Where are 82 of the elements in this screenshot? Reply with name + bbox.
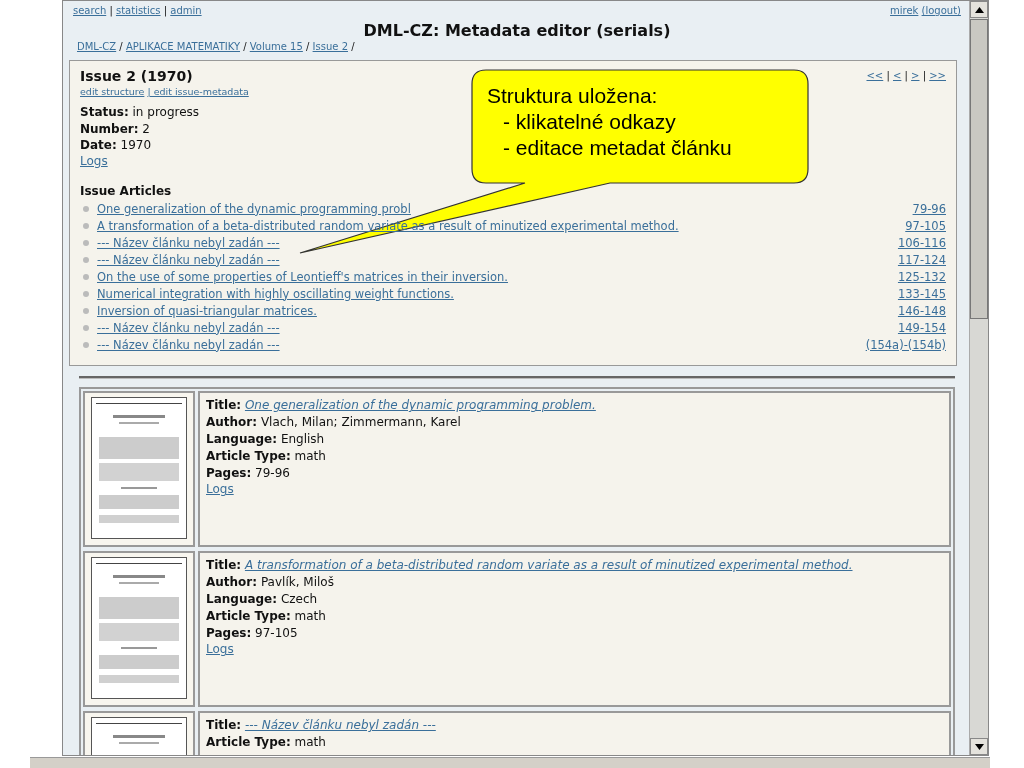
bullet-icon [83, 274, 89, 280]
pager-link[interactable]: << [866, 70, 884, 82]
logs-link[interactable]: Logs [80, 153, 108, 168]
separator: / [350, 40, 355, 52]
separator: | [162, 5, 169, 16]
separator: / [242, 40, 248, 52]
field-text: Article Type: math [206, 447, 327, 465]
scroll-down-button[interactable] [970, 738, 988, 755]
action-link[interactable]: edit structure [80, 85, 145, 97]
bullet-icon [83, 223, 89, 229]
field-text: Pages: 79-96 [206, 464, 291, 482]
scrollbar-thumb[interactable] [970, 19, 988, 319]
article-link[interactable]: --- Název článku nebyl zadán --- [97, 234, 280, 252]
field-text: Number: 2 [80, 120, 150, 137]
breadcrumb-link[interactable]: Issue 2 [312, 40, 348, 52]
pages-link[interactable]: 133-145 [897, 285, 946, 303]
article-link[interactable]: On the use of some properties of Leontieff's matrices in their inversion. [97, 268, 508, 286]
article-link[interactable]: --- Název článku nebyl zadán --- [97, 251, 280, 269]
bullet-icon [83, 325, 89, 331]
article-link[interactable]: --- Název článku nebyl zadán --- [97, 319, 280, 337]
separator: | [921, 70, 928, 82]
bullet-icon [83, 308, 89, 314]
breadcrumb-link[interactable]: DML-CZ [77, 40, 117, 52]
pages-link[interactable]: 125-132 [897, 268, 946, 286]
callout-line: - editace metadat článku [502, 135, 732, 161]
logout-link[interactable]: (logout) [921, 5, 961, 16]
article-link[interactable]: --- Název článku nebyl zadán --- [97, 336, 280, 354]
page-title: DML-CZ: Metadata editor (serials) [362, 20, 672, 40]
down-arrow-icon [974, 743, 984, 750]
title-link[interactable]: One generalization of the dynamic programming problem. [244, 398, 596, 413]
field-text: Article Type: math [206, 607, 327, 625]
separator: | [108, 5, 114, 16]
separator: | [885, 70, 891, 82]
pager-link[interactable]: >> [929, 70, 946, 82]
callout-title: Struktura uložena: [487, 83, 659, 109]
field-label: Title: [206, 398, 242, 413]
bullet-icon [83, 206, 89, 212]
pages-link[interactable]: 149-154 [897, 319, 946, 337]
pages-link[interactable]: (154a)-(154b) [865, 336, 946, 354]
pager-link[interactable]: < [893, 70, 902, 82]
section-heading: Issue Articles [80, 183, 173, 201]
separator: / [118, 40, 124, 52]
user-link[interactable]: mirek [890, 5, 919, 16]
nav-link[interactable]: admin [170, 5, 202, 16]
field-text: Date: 1970 [80, 136, 152, 153]
field-text: Author: Pavlík, Miloš [206, 574, 335, 592]
bullet-icon [83, 257, 89, 263]
scroll-up-button[interactable] [970, 1, 988, 18]
article-link[interactable]: One generalization of the dynamic programming probl [97, 200, 411, 218]
title-link[interactable]: A transformation of a beta-distributed random variate as a result of minutized experimental method. [244, 558, 853, 573]
pages-link[interactable]: 79-96 [912, 200, 946, 218]
pages-link[interactable]: 106-116 [897, 234, 946, 252]
field-label: Title: [206, 558, 242, 573]
pages-link[interactable]: 117-124 [897, 251, 946, 269]
field-label: Title: [206, 718, 242, 733]
field-text: Status: in progress [80, 104, 200, 121]
article-link[interactable]: Inversion of quasi-triangular matrices. [97, 302, 317, 320]
pages-link[interactable]: 146-148 [897, 302, 946, 320]
bullet-icon [83, 240, 89, 246]
field-text: Language: English [206, 431, 326, 448]
field-text: Language: Czech [206, 591, 319, 608]
bullet-icon [83, 291, 89, 297]
field-text: Author: Vlach, Milan; Zimmermann, Karel [206, 414, 462, 432]
field-text: Pages: 97-105 [206, 624, 299, 642]
separator: | [903, 70, 909, 82]
action-link[interactable]: | edit issue-metadata [147, 85, 249, 97]
pager-link[interactable]: > [911, 70, 920, 82]
title-link[interactable]: --- Název článku nebyl zadán --- [244, 718, 436, 733]
logs-link[interactable]: Logs [206, 482, 234, 497]
up-arrow-icon [974, 6, 984, 13]
article-link[interactable]: Numerical integration with highly oscillating weight functions. [97, 285, 454, 303]
breadcrumb-link[interactable]: APLIKACE MATEMATIKY [125, 40, 240, 52]
bullet-icon [83, 342, 89, 348]
callout-line: - klikatelné odkazy [502, 109, 677, 135]
logs-link[interactable]: Logs [206, 642, 234, 657]
pages-link[interactable]: 97-105 [905, 217, 946, 235]
nav-link[interactable]: search [73, 5, 107, 16]
breadcrumb-link[interactable]: Volume 15 [249, 40, 303, 52]
nav-link[interactable]: statistics [115, 5, 161, 16]
issue-heading: Issue 2 (1970) [80, 69, 194, 85]
separator: / [305, 40, 311, 52]
field-text: Article Type: math [206, 734, 327, 752]
